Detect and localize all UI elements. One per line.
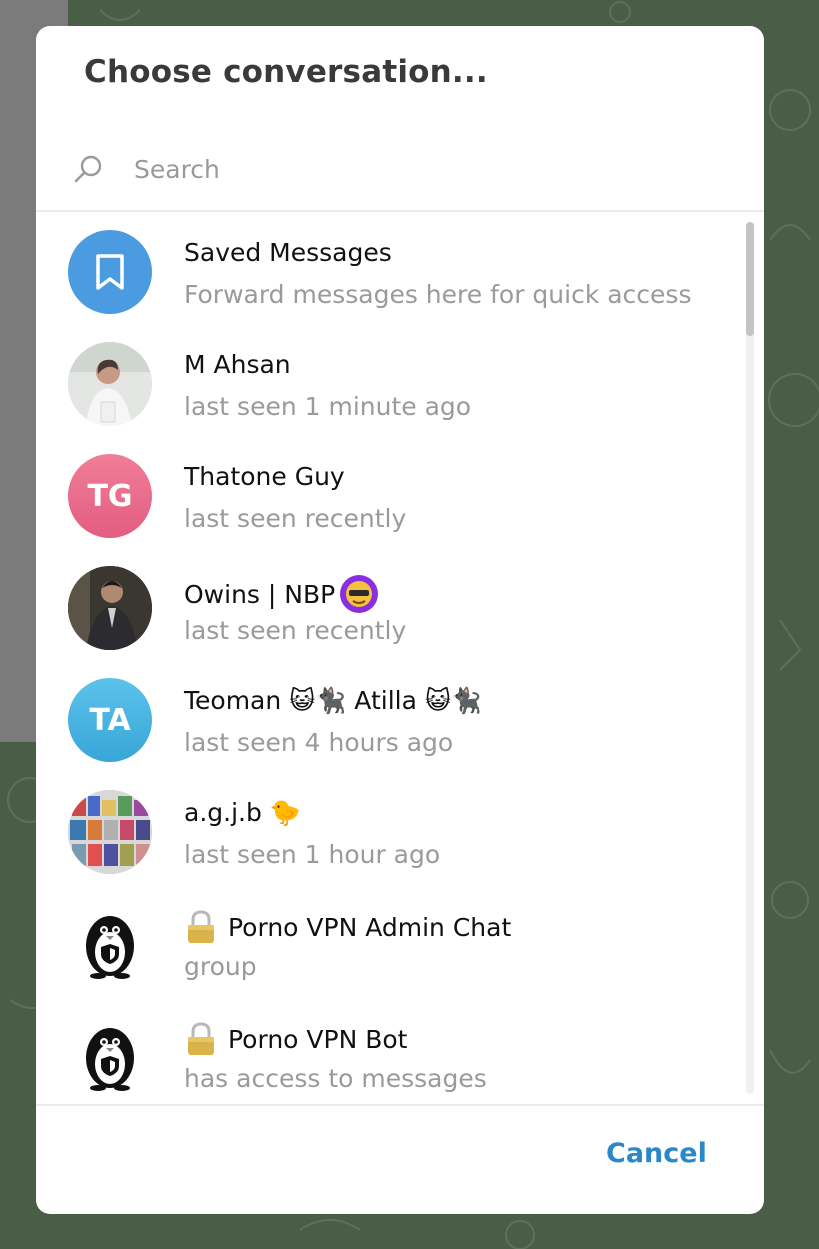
conversation-name: a.g.j.b 🐤: [184, 798, 301, 827]
avatar: [68, 902, 152, 986]
search-bar[interactable]: [36, 136, 764, 210]
search-input[interactable]: [132, 146, 726, 192]
lock-icon: [188, 1022, 214, 1055]
dialog-title: Choose conversation...: [84, 54, 488, 90]
conversation-name-text: Porno VPN Admin Chat: [228, 912, 512, 942]
avatar: TA: [68, 678, 152, 762]
conversation-status: last seen 1 minute ago: [184, 392, 472, 421]
scrollbar-thumb[interactable]: [746, 222, 754, 336]
conversation-status: group: [184, 952, 257, 981]
scrollbar-track[interactable]: [746, 222, 754, 1094]
divider: [36, 1104, 764, 1106]
cancel-button[interactable]: Cancel: [606, 1138, 707, 1169]
conversation-name: Porno VPN Bot: [184, 1022, 407, 1056]
search-icon: [74, 155, 102, 183]
premium-emoji-icon: [340, 575, 379, 613]
avatar: [68, 342, 152, 426]
conversation-status: last seen 4 hours ago: [184, 728, 454, 757]
profile-photo: [68, 566, 152, 650]
penguin-icon: [86, 916, 134, 979]
conversation-status: Forward messages here for quick access: [184, 280, 692, 309]
avatar: [68, 230, 152, 314]
conversation-row[interactable]: TA Teoman 😺🐈‍⬛ Atilla 😺🐈‍⬛ last seen 4 h…: [36, 660, 744, 772]
conversation-name: Thatone Guy: [184, 462, 345, 491]
profile-photo: [68, 790, 152, 874]
conversation-row-saved-messages[interactable]: Saved Messages Forward messages here for…: [36, 212, 744, 324]
conversation-name: Porno VPN Admin Chat: [184, 910, 511, 944]
avatar: TG: [68, 454, 152, 538]
conversation-row[interactable]: M Ahsan last seen 1 minute ago: [36, 324, 744, 436]
avatar: [68, 790, 152, 874]
profile-photo: [68, 342, 152, 426]
bookmark-icon: [96, 254, 124, 290]
conversation-name-text: Owins | NBP: [184, 579, 336, 609]
conversation-row[interactable]: a.g.j.b 🐤 last seen 1 hour ago: [36, 772, 744, 884]
conversation-row[interactable]: Porno VPN Bot has access to messages: [36, 996, 744, 1104]
conversation-row[interactable]: Porno VPN Admin Chat group: [36, 884, 744, 996]
choose-conversation-dialog: Choose conversation... Saved Messages Fo…: [36, 26, 764, 1214]
conversation-status: last seen recently: [184, 504, 407, 533]
lock-icon: [188, 910, 214, 943]
conversation-name-text: Porno VPN Bot: [228, 1024, 408, 1054]
penguin-icon: [86, 1028, 134, 1091]
conversation-status: last seen recently: [184, 616, 407, 645]
conversation-name: Saved Messages: [184, 238, 392, 267]
conversation-name: M Ahsan: [184, 350, 291, 379]
conversation-status: has access to messages: [184, 1064, 487, 1093]
avatar: [68, 566, 152, 650]
conversation-name: Teoman 😺🐈‍⬛ Atilla 😺🐈‍⬛: [184, 686, 483, 715]
conversation-row[interactable]: TG Thatone Guy last seen recently: [36, 436, 744, 548]
conversation-status: last seen 1 hour ago: [184, 840, 441, 869]
conversation-name: Owins | NBP: [184, 574, 379, 614]
conversation-row[interactable]: Owins | NBP last seen recently: [36, 548, 744, 660]
conversation-list[interactable]: Saved Messages Forward messages here for…: [36, 212, 764, 1104]
avatar: [68, 1014, 152, 1098]
